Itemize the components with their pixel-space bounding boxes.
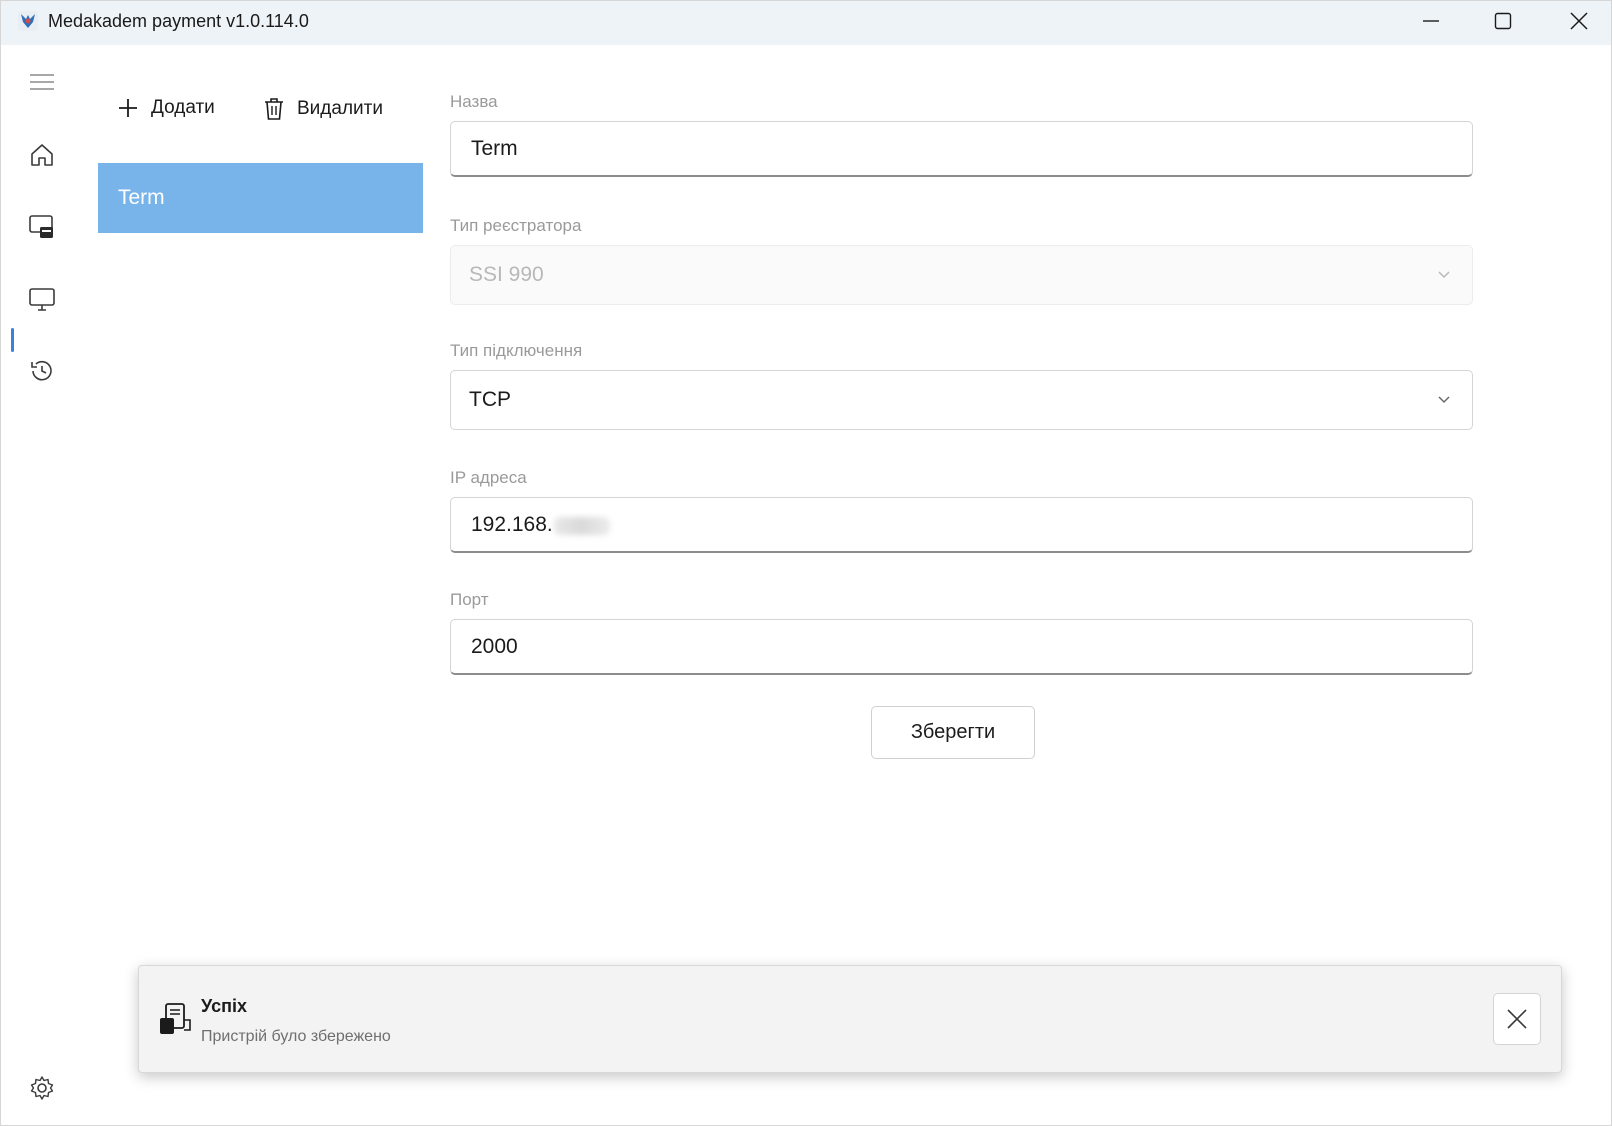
connection-type-label: Тип підключення bbox=[450, 341, 583, 360]
minimize-icon bbox=[1423, 20, 1439, 22]
nav-settings-button[interactable] bbox=[21, 1067, 63, 1109]
monitor-icon bbox=[29, 288, 55, 311]
title-bar: Medakadem payment v1.0.114.0 bbox=[1, 1, 1611, 45]
navigation-rail bbox=[1, 45, 81, 1126]
registrar-type-select: SSI 990 bbox=[450, 245, 1473, 305]
success-toast: Успіх Пристрій було збережено bbox=[138, 965, 1562, 1073]
toast-message: Пристрій було збережено bbox=[201, 1028, 391, 1045]
add-device-button[interactable]: Додати bbox=[117, 97, 215, 119]
nav-home-button[interactable] bbox=[21, 134, 63, 176]
registrar-type-value: SSI 990 bbox=[469, 263, 544, 286]
name-field-label: Назва bbox=[450, 92, 498, 111]
trash-icon bbox=[265, 98, 283, 120]
cash-register-icon bbox=[29, 215, 53, 238]
connection-type-select[interactable]: TCP bbox=[450, 370, 1473, 430]
settings-icon bbox=[30, 1076, 54, 1100]
port-field[interactable] bbox=[450, 619, 1473, 675]
delete-device-button[interactable]: Видалити bbox=[263, 97, 383, 121]
nav-menu-button[interactable] bbox=[21, 61, 63, 103]
device-saved-icon bbox=[160, 1003, 191, 1034]
connection-type-value: TCP bbox=[469, 388, 511, 411]
nav-selected-indicator bbox=[11, 328, 14, 352]
plus-icon bbox=[119, 99, 137, 117]
registrar-type-label: Тип реєстратора bbox=[450, 216, 582, 235]
nav-devices-button[interactable] bbox=[21, 278, 63, 320]
nav-cash-register-button[interactable] bbox=[21, 206, 63, 248]
menu-icon bbox=[30, 74, 54, 90]
device-list: Term bbox=[98, 163, 423, 233]
window-title: Medakadem payment v1.0.114.0 bbox=[48, 11, 309, 31]
port-label: Порт bbox=[450, 590, 489, 609]
close-window-button[interactable] bbox=[1543, 1, 1612, 41]
delete-device-label: Видалити bbox=[297, 98, 383, 119]
save-button[interactable]: Зберегти bbox=[871, 706, 1035, 759]
device-list-item[interactable]: Term bbox=[98, 163, 423, 233]
name-field[interactable] bbox=[450, 121, 1473, 177]
app-window: Medakadem payment v1.0.114.0 Додати Вида… bbox=[0, 0, 1612, 1126]
add-device-label: Додати bbox=[151, 97, 215, 118]
nav-history-button[interactable] bbox=[21, 350, 63, 392]
chevron-down-icon bbox=[1438, 396, 1450, 404]
maximize-icon bbox=[1494, 12, 1512, 30]
home-icon bbox=[31, 144, 53, 166]
minimize-button[interactable] bbox=[1395, 1, 1467, 41]
ip-address-label: IP адреса bbox=[450, 468, 527, 487]
history-icon bbox=[31, 360, 52, 381]
toast-close-button[interactable] bbox=[1493, 993, 1541, 1045]
redacted-ip-blur bbox=[554, 517, 610, 535]
device-list-item-label: Term bbox=[118, 186, 165, 209]
chevron-down-icon bbox=[1438, 271, 1450, 279]
toast-title: Успіх bbox=[201, 996, 247, 1016]
close-icon bbox=[1570, 12, 1588, 30]
close-icon bbox=[1507, 1009, 1527, 1029]
maximize-button[interactable] bbox=[1467, 1, 1539, 41]
app-logo-icon bbox=[18, 11, 38, 31]
